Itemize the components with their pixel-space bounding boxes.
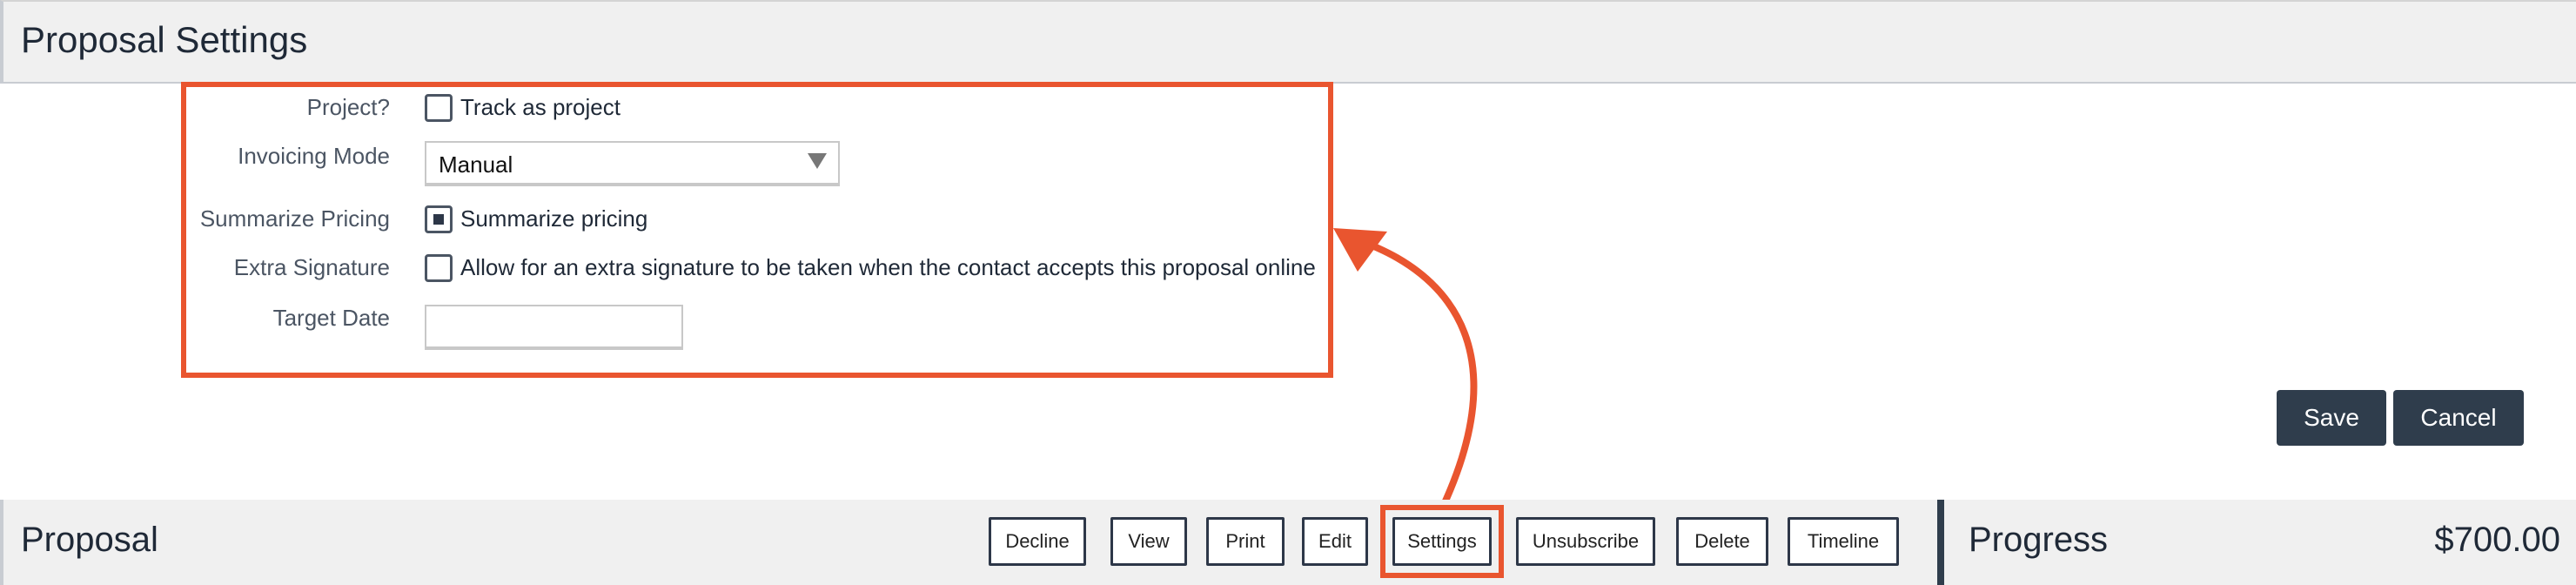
print-button[interactable]: Print	[1206, 517, 1285, 566]
annotation-arrow	[1333, 228, 1478, 510]
timeline-button[interactable]: Timeline	[1788, 517, 1899, 566]
footer-title: Proposal	[21, 521, 158, 559]
highlight-box	[181, 82, 1333, 378]
cancel-button[interactable]: Cancel	[2393, 390, 2524, 446]
view-button[interactable]: View	[1110, 517, 1187, 566]
page-header: Proposal Settings	[0, 0, 2576, 84]
edit-button[interactable]: Edit	[1302, 517, 1368, 566]
decline-button[interactable]: Decline	[989, 517, 1086, 566]
unsubscribe-button[interactable]: Unsubscribe	[1516, 517, 1655, 566]
progress-panel: Progress $700.00	[1937, 500, 2576, 585]
page-title: Proposal Settings	[21, 19, 308, 60]
settings-button[interactable]: Settings	[1392, 517, 1492, 566]
progress-amount: $700.00	[2434, 521, 2560, 559]
progress-title: Progress	[1969, 521, 2109, 559]
delete-button[interactable]: Delete	[1676, 517, 1768, 566]
save-button[interactable]: Save	[2277, 390, 2386, 446]
